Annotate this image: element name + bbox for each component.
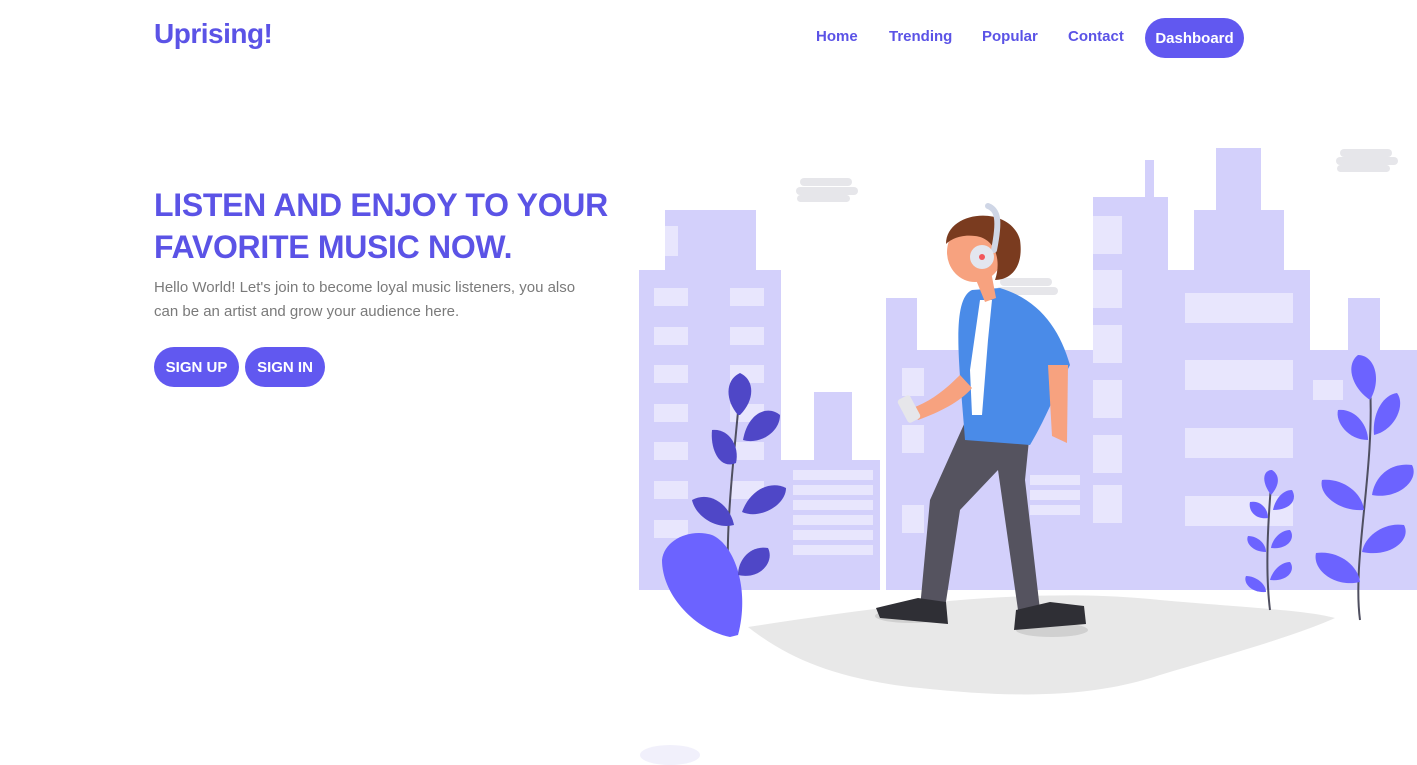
top-nav: Home Trending Popular Contact Dashboard [0,18,1417,58]
nav-home[interactable]: Home [816,28,858,45]
dashboard-button[interactable]: Dashboard [1145,18,1244,58]
hero-title: LISTEN AND ENJOY TO YOUR FAVORITE MUSIC … [154,184,614,268]
decorative-blob [640,745,700,765]
hero-description: Hello World! Let's join to become loyal … [154,279,576,320]
hero-title-line1: LISTEN AND ENJOY TO YOUR [154,187,608,223]
hero-title-line2: FAVORITE MUSIC NOW. [154,229,513,265]
sign-up-button[interactable]: SIGN UP [154,347,239,387]
sign-in-button[interactable]: SIGN IN [245,347,325,387]
nav-contact[interactable]: Contact [1068,28,1124,45]
nav-popular[interactable]: Popular [982,28,1038,45]
nav-trending[interactable]: Trending [889,28,952,45]
person-listening-music-illustration [639,148,1417,695]
